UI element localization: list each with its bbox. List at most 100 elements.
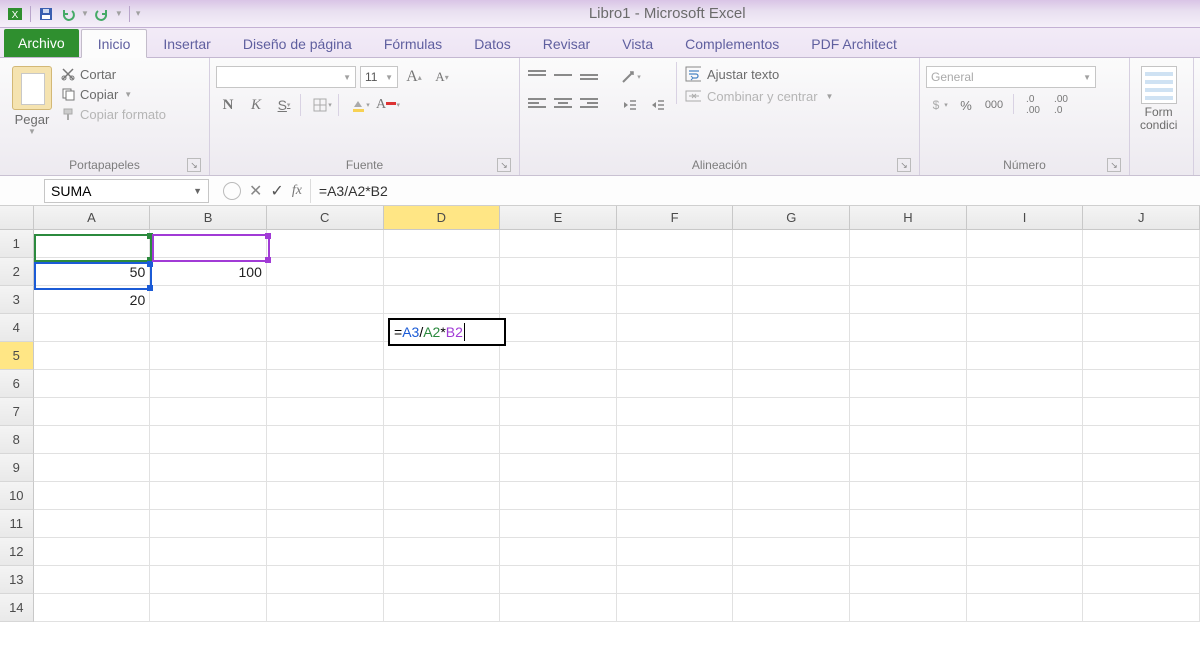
row-header-7[interactable]: 7 bbox=[0, 398, 34, 426]
cell-B2[interactable]: 100 bbox=[150, 258, 267, 286]
cell-E2[interactable] bbox=[500, 258, 617, 286]
row-header-2[interactable]: 2 bbox=[0, 258, 34, 286]
cell-A1[interactable] bbox=[34, 230, 151, 258]
row-header-5[interactable]: 5 bbox=[0, 342, 34, 370]
cell-D13[interactable] bbox=[384, 566, 501, 594]
cell-A12[interactable] bbox=[34, 538, 151, 566]
cell-E8[interactable] bbox=[500, 426, 617, 454]
col-header-H[interactable]: H bbox=[850, 206, 967, 229]
cell-C2[interactable] bbox=[267, 258, 384, 286]
cell-I5[interactable] bbox=[967, 342, 1084, 370]
cell-J3[interactable] bbox=[1083, 286, 1200, 314]
tab-inicio[interactable]: Inicio bbox=[81, 29, 148, 58]
cell-B14[interactable] bbox=[150, 594, 267, 622]
fx-icon[interactable]: fx bbox=[292, 183, 302, 199]
format-painter-button[interactable]: Copiar formato bbox=[60, 106, 166, 122]
cell-J7[interactable] bbox=[1083, 398, 1200, 426]
cell-F4[interactable] bbox=[617, 314, 734, 342]
col-header-F[interactable]: F bbox=[617, 206, 734, 229]
cell-F8[interactable] bbox=[617, 426, 734, 454]
cell-C8[interactable] bbox=[267, 426, 384, 454]
cell-F14[interactable] bbox=[617, 594, 734, 622]
cell-I13[interactable] bbox=[967, 566, 1084, 594]
cell-I3[interactable] bbox=[967, 286, 1084, 314]
cell-I12[interactable] bbox=[967, 538, 1084, 566]
cell-G2[interactable] bbox=[733, 258, 850, 286]
cell-H11[interactable] bbox=[850, 510, 967, 538]
cell-E14[interactable] bbox=[500, 594, 617, 622]
portapapeles-launcher-icon[interactable]: ↘ bbox=[187, 158, 201, 172]
undo-icon[interactable] bbox=[59, 5, 77, 23]
cell-C3[interactable] bbox=[267, 286, 384, 314]
cell-H13[interactable] bbox=[850, 566, 967, 594]
cell-C1[interactable] bbox=[267, 230, 384, 258]
cell-J13[interactable] bbox=[1083, 566, 1200, 594]
cell-B4[interactable] bbox=[150, 314, 267, 342]
cell-H9[interactable] bbox=[850, 454, 967, 482]
cell-B9[interactable] bbox=[150, 454, 267, 482]
numero-launcher-icon[interactable]: ↘ bbox=[1107, 158, 1121, 172]
cell-F11[interactable] bbox=[617, 510, 734, 538]
tab-datos[interactable]: Datos bbox=[458, 30, 527, 57]
redo-dropdown-icon[interactable]: ▼ bbox=[115, 9, 123, 18]
cell-F2[interactable] bbox=[617, 258, 734, 286]
cell-A9[interactable] bbox=[34, 454, 151, 482]
tab-revisar[interactable]: Revisar bbox=[527, 30, 606, 57]
tab-pdf-architect[interactable]: PDF Architect bbox=[795, 30, 913, 57]
font-color-button[interactable]: A▾ bbox=[376, 94, 400, 116]
col-header-J[interactable]: J bbox=[1083, 206, 1200, 229]
cell-J14[interactable] bbox=[1083, 594, 1200, 622]
percent-format-button[interactable]: % bbox=[954, 94, 978, 116]
col-header-I[interactable]: I bbox=[967, 206, 1084, 229]
cell-J1[interactable] bbox=[1083, 230, 1200, 258]
cell-G1[interactable] bbox=[733, 230, 850, 258]
cell-I1[interactable] bbox=[967, 230, 1084, 258]
decrease-decimal-button[interactable]: .00.0 bbox=[1049, 94, 1073, 116]
grow-font-icon[interactable]: A▴ bbox=[402, 66, 426, 88]
cell-H14[interactable] bbox=[850, 594, 967, 622]
cell-E11[interactable] bbox=[500, 510, 617, 538]
undo-dropdown-icon[interactable]: ▼ bbox=[81, 9, 89, 18]
cell-H6[interactable] bbox=[850, 370, 967, 398]
cell-B3[interactable] bbox=[150, 286, 267, 314]
cell-G14[interactable] bbox=[733, 594, 850, 622]
cell-D6[interactable] bbox=[384, 370, 501, 398]
cell-E1[interactable] bbox=[500, 230, 617, 258]
cell-I4[interactable] bbox=[967, 314, 1084, 342]
cell-G12[interactable] bbox=[733, 538, 850, 566]
align-center-button[interactable] bbox=[552, 94, 574, 112]
cell-C9[interactable] bbox=[267, 454, 384, 482]
cell-F12[interactable] bbox=[617, 538, 734, 566]
cell-D7[interactable] bbox=[384, 398, 501, 426]
cell-E10[interactable] bbox=[500, 482, 617, 510]
italic-button[interactable]: K bbox=[244, 94, 268, 116]
tab-diseno-pagina[interactable]: Diseño de página bbox=[227, 30, 368, 57]
row-header-9[interactable]: 9 bbox=[0, 454, 34, 482]
row-header-11[interactable]: 11 bbox=[0, 510, 34, 538]
cell-G9[interactable] bbox=[733, 454, 850, 482]
cell-I7[interactable] bbox=[967, 398, 1084, 426]
confirm-check-icon[interactable]: ✓ bbox=[270, 181, 283, 201]
cell-I9[interactable] bbox=[967, 454, 1084, 482]
cell-D10[interactable] bbox=[384, 482, 501, 510]
cell-J12[interactable] bbox=[1083, 538, 1200, 566]
cell-J8[interactable] bbox=[1083, 426, 1200, 454]
row-header-8[interactable]: 8 bbox=[0, 426, 34, 454]
formula-input[interactable]: =A3/A2*B2 bbox=[310, 179, 1200, 203]
cell-A4[interactable] bbox=[34, 314, 151, 342]
tab-vista[interactable]: Vista bbox=[606, 30, 669, 57]
conditional-format-button[interactable]: Form condici bbox=[1136, 62, 1181, 132]
increase-decimal-button[interactable]: .0.00 bbox=[1021, 94, 1045, 116]
editing-cell-D5[interactable]: =A3/A2*B2 bbox=[388, 318, 506, 346]
cell-B13[interactable] bbox=[150, 566, 267, 594]
font-name-dropdown[interactable]: ▼ bbox=[216, 66, 356, 88]
font-size-dropdown[interactable]: 11 ▼ bbox=[360, 66, 398, 88]
cell-B8[interactable] bbox=[150, 426, 267, 454]
cell-D11[interactable] bbox=[384, 510, 501, 538]
cell-D14[interactable] bbox=[384, 594, 501, 622]
cell-D9[interactable] bbox=[384, 454, 501, 482]
merge-center-button[interactable]: Combinar y centrar ▼ bbox=[685, 88, 833, 104]
align-middle-button[interactable] bbox=[552, 66, 574, 84]
borders-button[interactable]: ▾ bbox=[310, 94, 334, 116]
cell-J9[interactable] bbox=[1083, 454, 1200, 482]
